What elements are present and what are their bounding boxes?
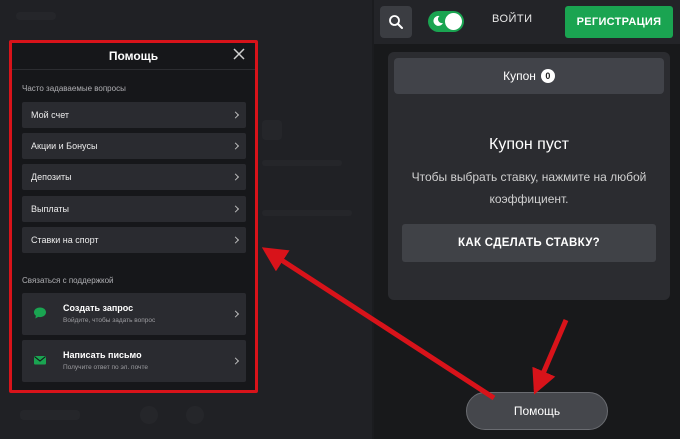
ghost-element: [262, 120, 282, 140]
coupon-empty-description: Чтобы выбрать ставку, нажмите на любой к…: [411, 170, 647, 206]
close-icon[interactable]: [232, 47, 246, 61]
ghost-element: [262, 160, 342, 166]
coupon-empty-title: Купон пуст: [489, 136, 569, 153]
coupon-count-badge: 0: [540, 69, 555, 83]
faq-item-label: Акции и Бонусы: [31, 141, 98, 151]
create-request-item[interactable]: Создать запрос Войдите, чтобы задать воп…: [22, 293, 246, 335]
chevron-right-icon: [231, 173, 240, 181]
chat-icon: [34, 307, 46, 319]
register-button[interactable]: РЕГИСТРАЦИЯ: [565, 6, 673, 38]
faq-item-payouts[interactable]: Выплаты: [22, 196, 246, 222]
top-bar: ВОЙТИ РЕГИСТРАЦИЯ: [374, 0, 680, 44]
chevron-right-icon: [231, 236, 240, 244]
ghost-element: [140, 406, 158, 424]
faq-item-account[interactable]: Мой счет: [22, 102, 246, 128]
faq-section-label: Часто задаваемые вопросы: [22, 84, 126, 93]
modal-title: Помощь: [108, 49, 159, 63]
coupon-tab-label: Купон: [503, 69, 536, 83]
login-button[interactable]: ВОЙТИ: [492, 13, 533, 25]
support-section-label: Связаться с поддержкой: [22, 276, 114, 285]
create-request-subtitle: Войдите, чтобы задать вопрос: [63, 317, 156, 324]
ghost-element: [262, 210, 352, 216]
chevron-right-icon: [231, 111, 240, 119]
chevron-right-icon: [231, 142, 240, 150]
how-to-bet-button[interactable]: КАК СДЕЛАТЬ СТАВКУ?: [402, 224, 656, 262]
toggle-knob: [445, 13, 462, 30]
ghost-element: [20, 410, 80, 420]
faq-item-label: Ставки на спорт: [31, 235, 99, 245]
chevron-right-icon: [231, 205, 240, 213]
ghost-element: [186, 406, 204, 424]
help-modal: Помощь Часто задаваемые вопросы Мой счет…: [12, 43, 255, 390]
coupon-card: Купон 0 Купон пуст Чтобы выбрать ставку,…: [388, 52, 670, 300]
ghost-element: [16, 12, 56, 20]
theme-toggle[interactable]: [428, 11, 464, 32]
write-email-subtitle: Получите ответ по эл. почте: [63, 364, 148, 371]
faq-item-promotions[interactable]: Акции и Бонусы: [22, 133, 246, 159]
faq-item-label: Мой счет: [31, 110, 70, 120]
modal-divider: [12, 69, 255, 70]
mail-icon: [34, 356, 46, 365]
right-panel: ВОЙТИ РЕГИСТРАЦИЯ Купон 0 Купон пуст Что…: [374, 0, 680, 439]
faq-item-label: Выплаты: [31, 204, 69, 214]
chevron-right-icon: [231, 357, 240, 365]
write-email-item[interactable]: Написать письмо Получите ответ по эл. по…: [22, 340, 246, 382]
moon-icon: [433, 15, 443, 26]
chevron-right-icon: [231, 310, 240, 318]
coupon-tab[interactable]: Купон 0: [394, 58, 664, 94]
write-email-title: Написать письмо: [63, 350, 142, 360]
search-icon: [389, 15, 403, 29]
faq-item-sports-betting[interactable]: Ставки на спорт: [22, 227, 246, 253]
faq-item-label: Депозиты: [31, 172, 72, 182]
faq-item-deposits[interactable]: Депозиты: [22, 164, 246, 190]
search-button[interactable]: [380, 6, 412, 38]
help-button[interactable]: Помощь: [466, 392, 608, 430]
create-request-title: Создать запрос: [63, 303, 134, 313]
